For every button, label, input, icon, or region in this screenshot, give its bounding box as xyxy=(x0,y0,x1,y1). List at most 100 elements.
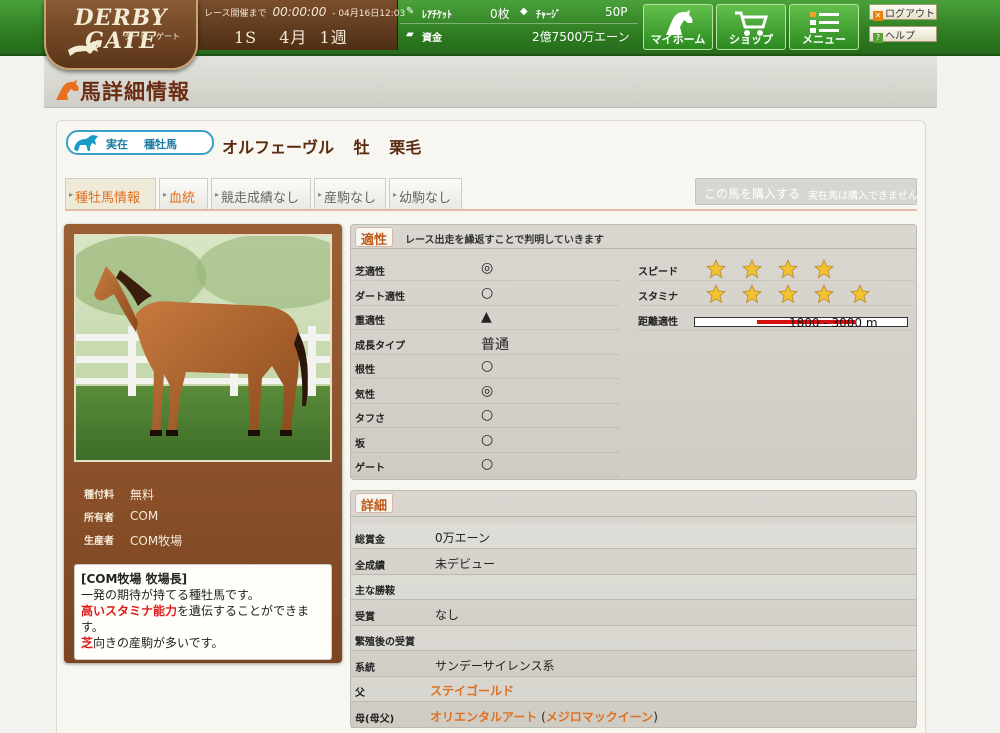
tab-race-record[interactable]: 競走成績なし xyxy=(211,178,311,210)
month: 4月 xyxy=(279,28,308,47)
detail-key: 総賞金 xyxy=(355,535,385,546)
logout-button[interactable]: ✕ ログアウト xyxy=(869,4,937,21)
star-icon xyxy=(706,259,726,279)
star-icon xyxy=(814,259,834,279)
season: 1S xyxy=(234,28,258,47)
tab-yearlings[interactable]: 幼駒なし xyxy=(389,178,462,210)
funds-label: 資金 xyxy=(422,33,442,44)
star-icon xyxy=(814,284,834,304)
aptitude-value: ○ xyxy=(481,358,494,374)
detail-key: 繁殖後の受賞 xyxy=(355,637,415,648)
running-horse-icon xyxy=(68,41,100,56)
horse-title: オルフェーヴル 牡 栗毛 xyxy=(222,134,435,158)
damsire-link[interactable]: メジロマックイーン xyxy=(546,710,653,724)
aptitude-key: 重適性 xyxy=(355,316,385,327)
aptitude-row: 成長タイプ 普通 xyxy=(351,331,619,355)
aptitude-row: 根性 ○ xyxy=(351,355,619,379)
menu-button[interactable]: メニュー xyxy=(789,4,859,50)
aptitude-key: 成長タイプ xyxy=(355,340,405,352)
aptitude-key: ゲート xyxy=(355,463,385,474)
charge-label: ﾁｬｰｼﾞ xyxy=(536,10,561,21)
breeder-row: 生産者 COM牧場 xyxy=(84,534,183,548)
star-icon xyxy=(706,284,726,304)
star-icon xyxy=(742,259,762,279)
horse-sex: 牡 xyxy=(353,138,370,157)
horse-category-badge: 実在 種牡馬 xyxy=(66,130,214,155)
ticket-icon: ✎ xyxy=(406,6,415,17)
aptitude-value: ○ xyxy=(481,456,494,472)
distance-bar: 1800 - 3000 m xyxy=(694,316,908,330)
details-section: 詳細 総賞金 0万エーン全成績 未デビュー主な勝鞍受賞 なし繁殖後の受賞 系統 サンデーサ… xyxy=(350,490,917,728)
buy-note: 実在馬は購入できません xyxy=(808,191,918,202)
aptitude-row: 坂 ○ xyxy=(351,429,619,453)
aptitude-row: ゲート ○ xyxy=(351,453,619,477)
aptitude-key: ダート適性 xyxy=(355,291,405,303)
horse-icon xyxy=(74,135,98,151)
rare-ticket-label: ﾚｱﾁｹｯﾄ xyxy=(422,10,452,21)
aptitude-row: タフさ ○ xyxy=(351,404,619,428)
derby-gate-logo[interactable]: DERBY GATE ダービーゲート xyxy=(44,0,198,70)
tab-stallion-info[interactable]: 種牡馬情報 xyxy=(65,178,156,210)
tab-pedigree[interactable]: 血統 xyxy=(159,178,208,210)
horse-head-icon xyxy=(56,80,79,100)
charge-icon: ◆ xyxy=(520,6,528,17)
charge-value: 50P xyxy=(605,5,628,19)
race-countdown-timer: 00:00:00 xyxy=(272,5,327,19)
detail-row: 受賞 なし xyxy=(351,601,916,626)
aptitude-value: ▲ xyxy=(481,309,492,325)
page-title: 馬詳細情報 xyxy=(80,79,190,104)
ranch-comment: [COM牧場 牧場長] 一発の期待が持てる種牡馬です。 高いスタミナ能力を遺伝す… xyxy=(74,564,332,660)
detail-row: 主な勝鞍 xyxy=(351,575,916,600)
detail-row: 総賞金 0万エーン xyxy=(351,524,916,549)
star-icon xyxy=(742,284,762,304)
detail-key: 系統 xyxy=(355,662,375,674)
help-icon: ? xyxy=(873,33,883,43)
aptitude-key: タフさ xyxy=(355,414,385,425)
detail-row: 全成績 未デビュー xyxy=(351,550,916,575)
distance-row: 距離適性 1800 - 3000 m xyxy=(638,307,913,331)
star-icon xyxy=(850,284,870,304)
week: 1週 xyxy=(319,28,348,47)
dam-value: オリエンタルアート (メジロマックイーン) xyxy=(430,709,658,724)
detail-value: サンデーサイレンス系 xyxy=(435,658,555,673)
race-countdown-label: レース開催まで xyxy=(204,9,267,19)
dam-row: 母(母父) オリエンタルアート (メジロマックイーン) xyxy=(351,703,916,728)
aptitude-key: 気性 xyxy=(355,389,375,401)
aptitude-value: ◎ xyxy=(481,260,494,276)
aptitude-value: ○ xyxy=(481,431,494,448)
aptitude-value: 普通 xyxy=(481,336,509,353)
detail-key: 受賞 xyxy=(355,611,375,623)
detail-key: 父 xyxy=(355,688,365,699)
my-home-button[interactable]: マイホーム xyxy=(643,4,713,50)
detail-key: 母(母父) xyxy=(355,713,395,725)
sire-row: 父 ステイゴールド xyxy=(351,677,916,702)
help-button[interactable]: ? ヘルプ xyxy=(869,26,937,43)
tab-foals[interactable]: 産駒なし xyxy=(314,178,386,210)
aptitude-row: 重適性 ▲ xyxy=(351,306,619,330)
sire-link[interactable]: ステイゴールド xyxy=(430,682,514,699)
stud-info: 種付料 無料 所有者 COM 生産者 COM牧場 xyxy=(74,482,332,554)
aptitude-note: レース出走を繰返すことで判明していきます xyxy=(405,235,604,246)
horse-image xyxy=(76,236,330,460)
rare-ticket-value: 0枚 xyxy=(490,7,510,21)
aptitude-key: 根性 xyxy=(355,365,375,376)
detail-row: 繁殖後の受賞 xyxy=(351,626,916,651)
player-stats: ✎ ﾚｱﾁｹｯﾄ 0枚 ◆ ﾁｬｰｼﾞ 50P ▰ 資金 2億7500万エーン xyxy=(400,2,638,50)
horse-coat: 栗毛 xyxy=(389,138,422,157)
speed-row: スピード xyxy=(638,257,913,281)
detail-value: なし xyxy=(435,607,460,622)
detail-value: 0万エーン xyxy=(435,531,491,545)
details-title: 詳細 xyxy=(355,493,394,514)
close-icon: ✕ xyxy=(873,11,883,21)
tab-underline xyxy=(65,209,917,211)
buy-area: この馬を購入する 実在馬は購入できません xyxy=(695,178,918,205)
detail-value: 未デビュー xyxy=(435,556,496,571)
shop-button[interactable]: ショップ xyxy=(716,4,786,50)
dam-link[interactable]: オリエンタルアート xyxy=(430,710,537,724)
aptitude-value: ○ xyxy=(481,284,494,301)
detail-key: 主な勝鞍 xyxy=(355,586,395,597)
star-icon xyxy=(778,259,798,279)
funds-value: 2億7500万エーン xyxy=(532,30,630,44)
buy-horse-button[interactable]: この馬を購入する xyxy=(704,185,800,202)
horse-name: オルフェーヴル xyxy=(222,138,335,157)
